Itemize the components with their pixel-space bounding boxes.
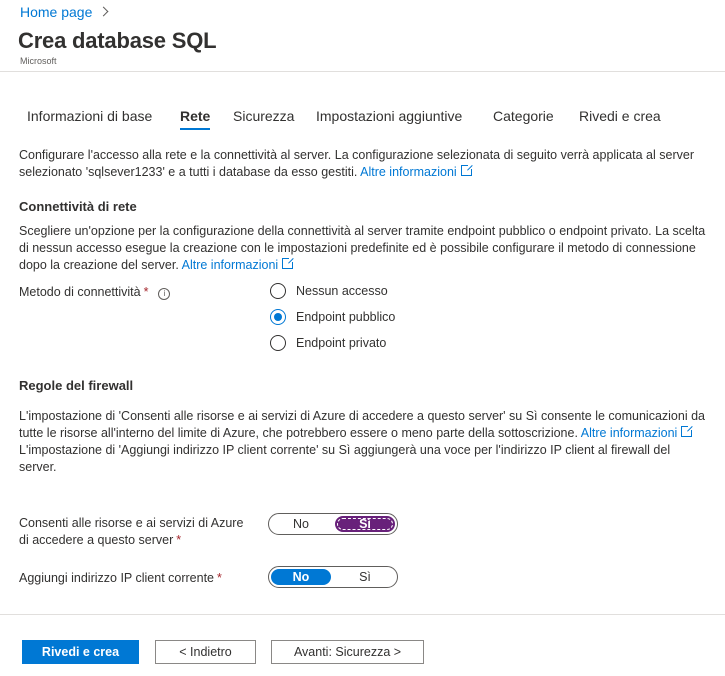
next-security-button[interactable]: Avanti: Sicurezza > <box>271 640 424 664</box>
required-mark: * <box>143 285 149 299</box>
active-tab-indicator <box>180 128 210 130</box>
tab-impostazioni-aggiuntive[interactable]: Impostazioni aggiuntive <box>316 108 462 124</box>
publisher-label: Microsoft <box>20 56 57 66</box>
radio-label: Endpoint privato <box>296 336 387 350</box>
back-button[interactable]: < Indietro <box>155 640 256 664</box>
toggle-option-yes-selected[interactable]: Sì <box>335 516 395 532</box>
connectivity-method-label: Metodo di connettività * i <box>19 284 171 301</box>
connectivity-heading: Connettività di rete <box>19 199 137 214</box>
external-link-icon <box>460 164 473 176</box>
tab-sicurezza[interactable]: Sicurezza <box>233 108 294 124</box>
review-create-button[interactable]: Rivedi e crea <box>22 640 139 664</box>
toggle-option-no[interactable]: No <box>271 516 331 532</box>
required-mark: * <box>217 571 222 585</box>
radio-circle[interactable] <box>270 283 286 299</box>
radio-circle-checked[interactable] <box>270 309 286 325</box>
external-link-icon <box>681 425 694 437</box>
tab-informazioni-di-base[interactable]: Informazioni di base <box>27 108 152 124</box>
firewall-description-2: L'impostazione di 'Aggiungi indirizzo IP… <box>19 443 671 474</box>
radio-nessun-accesso[interactable]: Nessun accesso <box>270 283 388 299</box>
connectivity-description: Scegliere un'opzione per la configurazio… <box>19 224 706 272</box>
toggle-option-no-selected[interactable]: No <box>271 569 331 585</box>
firewall-link-text-a: Altre <box>580 426 607 440</box>
tab-rete[interactable]: Rete <box>180 108 210 124</box>
radio-endpoint-pubblico[interactable]: Endpoint pubblico <box>270 309 395 325</box>
breadcrumb: Home page <box>20 4 109 20</box>
tab-categorie[interactable]: Categorie <box>493 108 554 124</box>
allow-azure-label-line2: di accedere a questo server <box>19 533 174 547</box>
intro-description: Configurare l'accesso alla rete e la con… <box>19 148 694 179</box>
connectivity-text: Scegliere un'opzione per la configurazio… <box>19 223 709 274</box>
info-icon[interactable]: i <box>158 288 171 300</box>
allow-azure-label: Consenti alle risorse e ai servizi di Az… <box>19 515 243 549</box>
radio-circle[interactable] <box>270 335 286 351</box>
external-link-icon <box>282 257 295 269</box>
toggle-option-yes[interactable]: Sì <box>335 569 395 585</box>
allow-azure-label-line1: Consenti alle risorse e ai servizi di Az… <box>19 516 244 530</box>
chevron-right-icon <box>98 6 109 17</box>
connectivity-link-text: Altre informazioni <box>181 258 279 272</box>
add-client-ip-label: Aggiungi indirizzo IP client corrente * <box>19 570 222 587</box>
intro-learn-more-link[interactable]: Altre informazioni <box>360 164 473 179</box>
firewall-link-text-b: informazioni <box>609 426 678 440</box>
footer-divider <box>0 614 725 615</box>
connectivity-learn-more-link[interactable]: Altre informazioni <box>181 257 295 272</box>
header-divider <box>0 71 725 72</box>
firewall-learn-more-link[interactable]: Altre informazioni <box>580 425 694 440</box>
add-client-ip-toggle[interactable]: No Sì <box>268 566 398 588</box>
intro-text: Configurare l'accesso alla rete e la con… <box>19 147 709 181</box>
page-title: Crea database SQL <box>18 28 217 53</box>
breadcrumb-home-link[interactable]: Home page <box>20 4 92 20</box>
required-mark: * <box>176 533 182 547</box>
tab-rivedi-e-crea[interactable]: Rivedi e crea <box>579 108 661 124</box>
radio-label: Endpoint pubblico <box>296 310 396 324</box>
firewall-heading: Regole del firewall <box>19 378 134 393</box>
add-client-ip-label-text: Aggiungi indirizzo IP client corrente <box>19 571 215 585</box>
radio-label: Nessun accesso <box>296 284 388 298</box>
intro-link-text: Altre informazioni <box>360 165 457 179</box>
connectivity-method-text: Metodo di connettività <box>19 285 141 299</box>
firewall-text: L'impostazione di 'Consenti alle risorse… <box>19 408 709 476</box>
radio-endpoint-privato[interactable]: Endpoint privato <box>270 335 386 351</box>
allow-azure-toggle[interactable]: No Sì <box>268 513 398 535</box>
